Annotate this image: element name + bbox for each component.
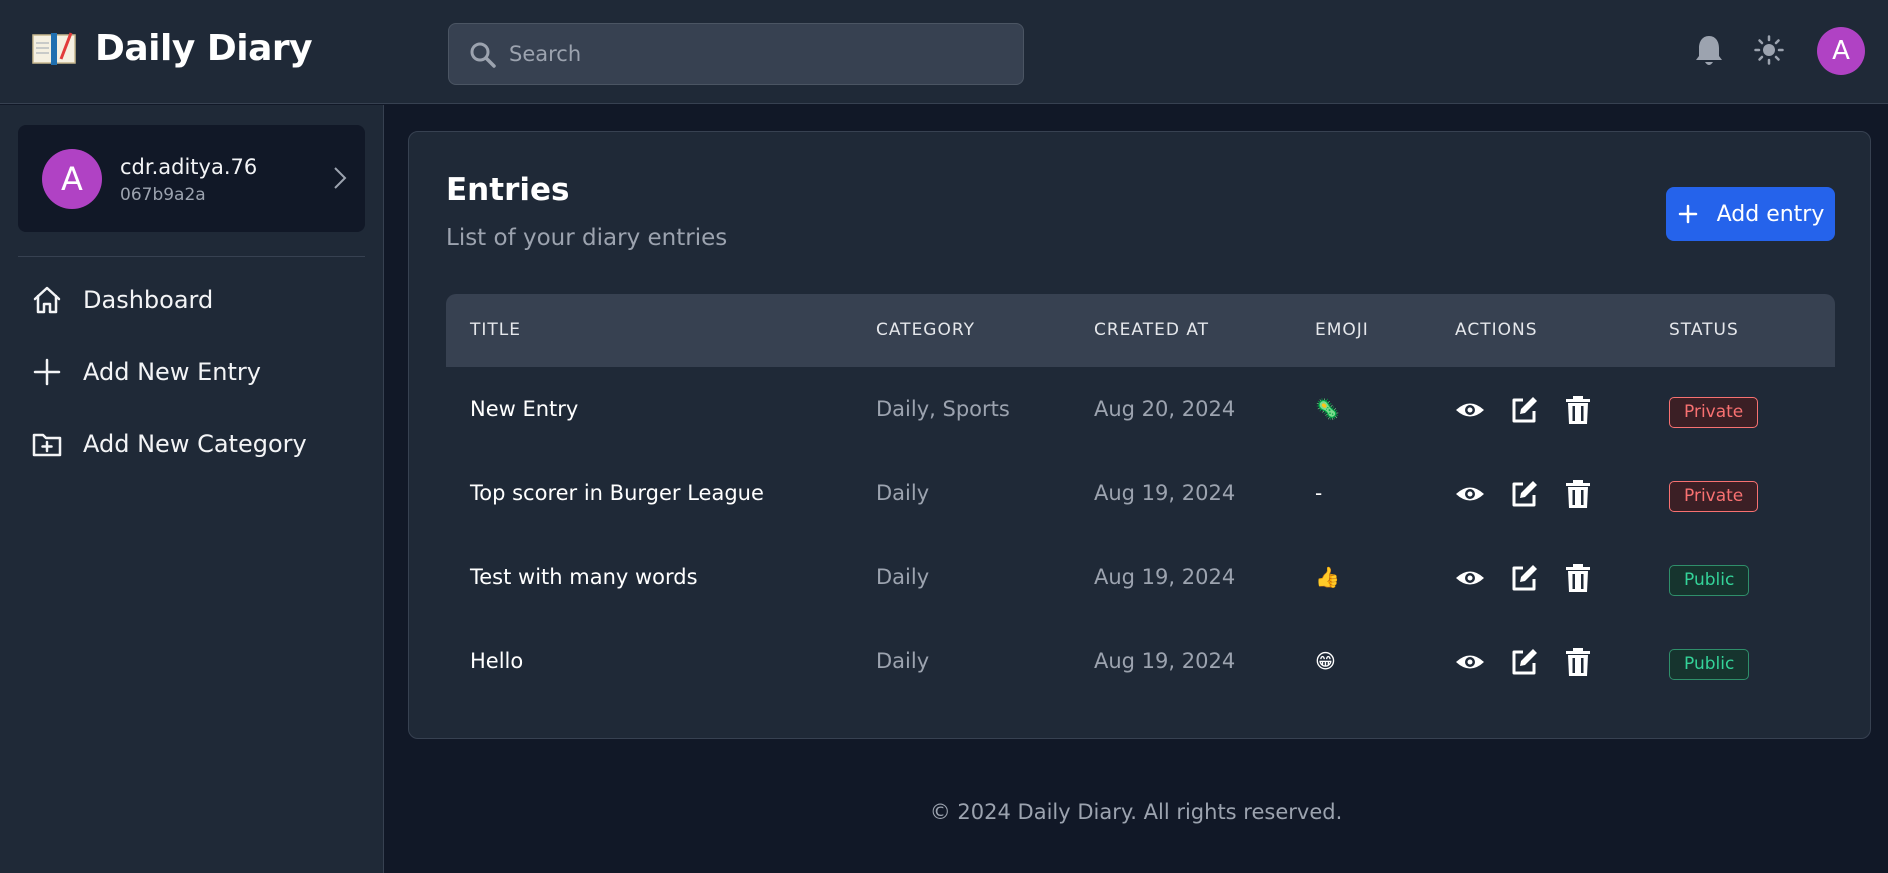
folder-plus-icon: [32, 433, 62, 457]
trash-icon[interactable]: [1563, 563, 1593, 593]
entry-title[interactable]: Test with many words: [470, 565, 698, 589]
trash-icon[interactable]: [1563, 647, 1593, 677]
status-badge: Private: [1669, 481, 1759, 512]
sun-icon[interactable]: [1754, 35, 1784, 65]
column-header-actions: ACTIONS: [1455, 320, 1538, 340]
entry-title[interactable]: Hello: [470, 649, 523, 673]
status-badge: Private: [1669, 397, 1759, 428]
eye-icon[interactable]: [1455, 647, 1485, 677]
entry-category: Daily: [876, 481, 930, 505]
table-row[interactable]: Top scorer in Burger League Daily Aug 19…: [446, 451, 1835, 535]
user-card[interactable]: A cdr.aditya.76 067b9a2a: [18, 125, 365, 232]
search-box[interactable]: [448, 23, 1024, 85]
home-icon: [33, 286, 61, 314]
edit-icon[interactable]: [1509, 395, 1539, 425]
column-header-status: STATUS: [1669, 320, 1739, 340]
trash-icon[interactable]: [1563, 479, 1593, 509]
sidebar-item-add-new-category[interactable]: Add New Category: [31, 424, 307, 464]
entries-table: TITLE CATEGORY CREATED AT EMOJI ACTIONS …: [446, 294, 1835, 703]
bell-icon[interactable]: [1693, 33, 1725, 69]
entry-category: Daily: [876, 649, 930, 673]
entry-created-at: Aug 19, 2024: [1094, 565, 1236, 589]
entry-title[interactable]: Top scorer in Burger League: [470, 481, 764, 505]
entry-category: Daily, Sports: [876, 397, 1010, 421]
sidebar-item-label: Dashboard: [83, 286, 214, 314]
plus-icon: [33, 358, 61, 386]
page-title: Entries: [446, 172, 570, 208]
app-title: Daily Diary: [95, 28, 313, 69]
user-avatar: A: [42, 149, 102, 209]
plus-icon: [1678, 204, 1697, 224]
user-id: 067b9a2a: [120, 185, 206, 205]
status-badge: Public: [1669, 565, 1750, 596]
entry-created-at: Aug 19, 2024: [1094, 481, 1236, 505]
edit-icon[interactable]: [1509, 563, 1539, 593]
chevron-right-icon: [334, 167, 347, 189]
add-entry-label: Add entry: [1716, 201, 1825, 227]
column-header-category: CATEGORY: [876, 320, 975, 340]
table-row[interactable]: Test with many words Daily Aug 19, 2024 …: [446, 535, 1835, 619]
trash-icon[interactable]: [1563, 395, 1593, 425]
sidebar-item-add-new-entry[interactable]: Add New Entry: [31, 352, 261, 392]
entry-emoji: 🦠: [1315, 397, 1340, 421]
sidebar-item-label: Add New Category: [83, 430, 307, 458]
column-header-title: TITLE: [470, 320, 521, 340]
sidebar-divider: [18, 256, 365, 257]
column-header-emoji: EMOJI: [1315, 320, 1369, 340]
sidebar-item-dashboard[interactable]: Dashboard: [31, 280, 213, 320]
eye-icon[interactable]: [1455, 479, 1485, 509]
entries-card: Entries List of your diary entries Add e…: [408, 131, 1871, 739]
entry-title[interactable]: New Entry: [470, 397, 578, 421]
table-row[interactable]: New Entry Daily, Sports Aug 20, 2024 🦠 P…: [446, 367, 1835, 451]
eye-icon[interactable]: [1455, 563, 1485, 593]
search-icon: [470, 42, 496, 68]
edit-icon[interactable]: [1509, 479, 1539, 509]
diary-book-icon: [32, 31, 76, 65]
entry-emoji: 👍: [1315, 565, 1340, 589]
top-header: Daily Diary A: [0, 0, 1888, 104]
entry-emoji: 😁: [1315, 649, 1336, 673]
edit-icon[interactable]: [1509, 647, 1539, 677]
page-subtitle: List of your diary entries: [446, 225, 728, 251]
entry-category: Daily: [876, 565, 930, 589]
brand[interactable]: Daily Diary: [31, 28, 313, 69]
header-avatar[interactable]: A: [1817, 27, 1865, 75]
footer-copyright: © 2024 Daily Diary. All rights reserved.: [929, 800, 1343, 824]
column-header-created-at: CREATED AT: [1094, 320, 1210, 340]
status-badge: Public: [1669, 649, 1750, 680]
user-name: cdr.aditya.76: [120, 155, 258, 179]
sidebar-item-label: Add New Entry: [83, 358, 261, 386]
table-header: TITLE CATEGORY CREATED AT EMOJI ACTIONS …: [446, 294, 1835, 367]
table-row[interactable]: Hello Daily Aug 19, 2024 😁 Public: [446, 619, 1835, 703]
sidebar: A cdr.aditya.76 067b9a2a Dashboard Add N…: [0, 105, 384, 873]
entry-emoji: -: [1315, 481, 1323, 505]
search-input[interactable]: [509, 24, 1009, 84]
eye-icon[interactable]: [1455, 395, 1485, 425]
entry-created-at: Aug 19, 2024: [1094, 649, 1236, 673]
add-entry-button[interactable]: Add entry: [1666, 187, 1835, 241]
entry-created-at: Aug 20, 2024: [1094, 397, 1236, 421]
